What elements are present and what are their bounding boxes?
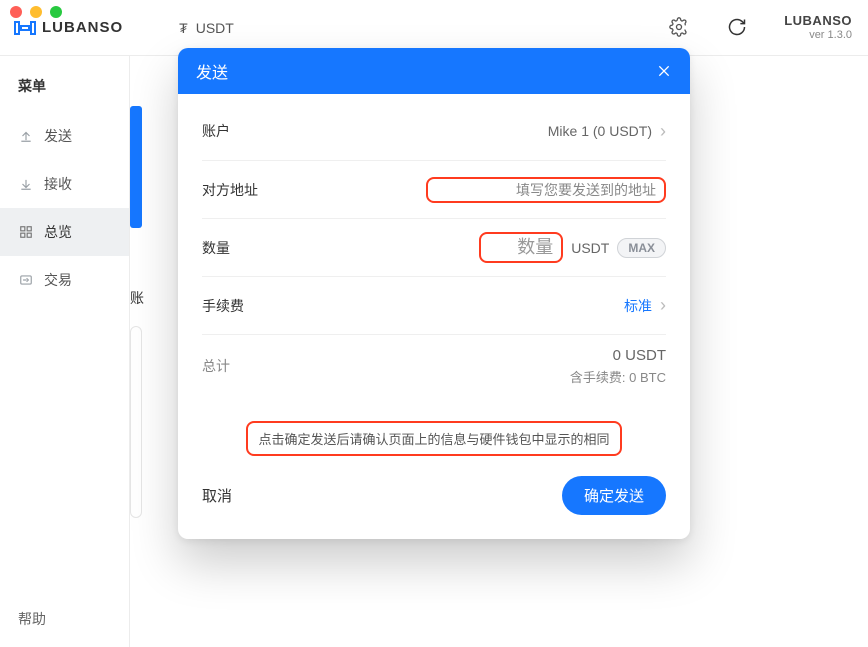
account-value: Mike 1 (0 USDT): [548, 123, 652, 139]
version-block: LUBANSO ver 1.3.0: [784, 14, 852, 40]
fee-label: 手续费: [202, 296, 244, 316]
amount-unit: USDT: [571, 240, 609, 256]
chevron-right-icon: ›: [660, 121, 666, 142]
address-row: 对方地址: [202, 160, 666, 218]
version-name: LUBANSO: [784, 14, 852, 28]
amount-label: 数量: [202, 238, 230, 258]
address-input[interactable]: [436, 182, 656, 198]
total-label: 总计: [202, 356, 230, 376]
confirm-send-button[interactable]: 确定发送: [562, 476, 666, 515]
chevron-right-icon: ›: [660, 295, 666, 316]
window-close-dot[interactable]: [10, 6, 22, 18]
send-modal: 发送 账户 Mike 1 (0 USDT) › 对方地址: [178, 48, 690, 539]
account-row[interactable]: 账户 Mike 1 (0 USDT) ›: [202, 102, 666, 160]
window-minimize-dot[interactable]: [30, 6, 42, 18]
account-label: 账户: [202, 121, 230, 141]
refresh-icon[interactable]: [726, 16, 748, 38]
notice-highlight: 点击确定发送后请确认页面上的信息与硬件钱包中显示的相同: [246, 421, 621, 456]
brand-name: LUBANSO: [42, 19, 123, 36]
fee-row[interactable]: 手续费 标准 ›: [202, 276, 666, 334]
currency-selector[interactable]: ₮ USDT: [179, 20, 234, 36]
brand: LUBANSO: [14, 19, 123, 37]
notice-row: 点击确定发送后请确认页面上的信息与硬件钱包中显示的相同: [202, 397, 666, 468]
notice-text: 点击确定发送后请确认页面上的信息与硬件钱包中显示的相同: [258, 432, 609, 447]
brand-logo-icon: [14, 19, 36, 37]
amount-input[interactable]: [489, 237, 553, 258]
total-row: 总计 0 USDT 含手续费: 0 BTC: [202, 334, 666, 397]
window-zoom-dot[interactable]: [50, 6, 62, 18]
address-label: 对方地址: [202, 180, 258, 200]
amount-row: 数量 USDT MAX: [202, 218, 666, 276]
fee-value: 标准: [624, 296, 652, 316]
settings-icon[interactable]: [668, 16, 690, 38]
currency-symbol: ₮: [179, 20, 188, 36]
modal-footer: 取消 确定发送: [202, 468, 666, 521]
total-fee-line: 含手续费: 0 BTC: [570, 368, 666, 388]
cancel-button[interactable]: 取消: [202, 485, 232, 506]
currency-code: USDT: [196, 20, 234, 36]
total-value: 0 USDT: [570, 345, 666, 368]
max-button[interactable]: MAX: [617, 238, 666, 258]
modal-header: 发送: [178, 48, 690, 94]
close-icon[interactable]: [656, 63, 672, 79]
modal-title: 发送: [196, 59, 228, 83]
version-number: ver 1.3.0: [784, 29, 852, 41]
address-highlight: [426, 177, 666, 203]
amount-highlight: [479, 232, 563, 263]
window-controls: [10, 6, 62, 18]
modal-overlay: 发送 账户 Mike 1 (0 USDT) › 对方地址: [0, 56, 868, 647]
